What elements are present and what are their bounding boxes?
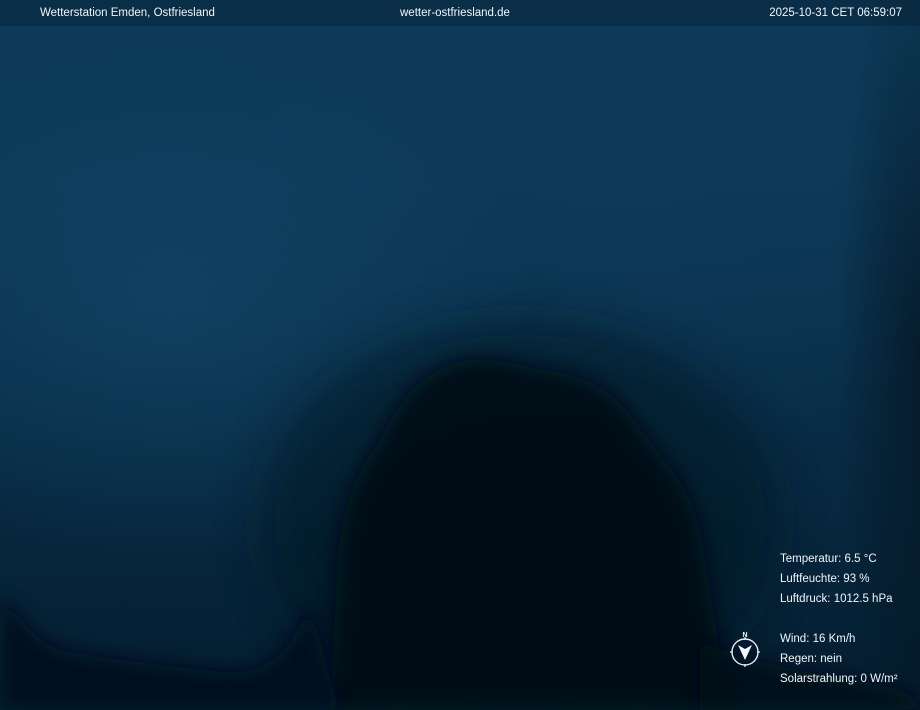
solar-reading: Solarstrahlung: 0 W/m² (780, 673, 898, 685)
weather-readings: Temperatur: 6.5 °C Luftfeuchte: 93 % Luf… (780, 549, 898, 689)
website-link[interactable]: wetter-ostfriesland.de (400, 6, 510, 20)
left-shrubs (0, 600, 340, 710)
compass-north-label: N (742, 632, 747, 639)
header-bar: Wetterstation Emden, Ostfriesland wetter… (0, 0, 920, 26)
webcam-frame: Wetterstation Emden, Ostfriesland wetter… (0, 0, 920, 710)
temperature-reading: Temperatur: 6.5 °C (780, 553, 877, 565)
readings-spacer (780, 609, 898, 629)
wind-reading: Wind: 16 Km/h (780, 633, 856, 645)
humidity-reading: Luftfeuchte: 93 % (780, 573, 870, 585)
station-name: Wetterstation Emden, Ostfriesland (40, 7, 215, 19)
timestamp: 2025-10-31 CET 06:59:07 (769, 7, 902, 19)
rain-reading: Regen: nein (780, 653, 843, 665)
pressure-reading: Luftdruck: 1012.5 hPa (780, 593, 893, 605)
wind-direction-compass-icon: N (730, 632, 760, 667)
